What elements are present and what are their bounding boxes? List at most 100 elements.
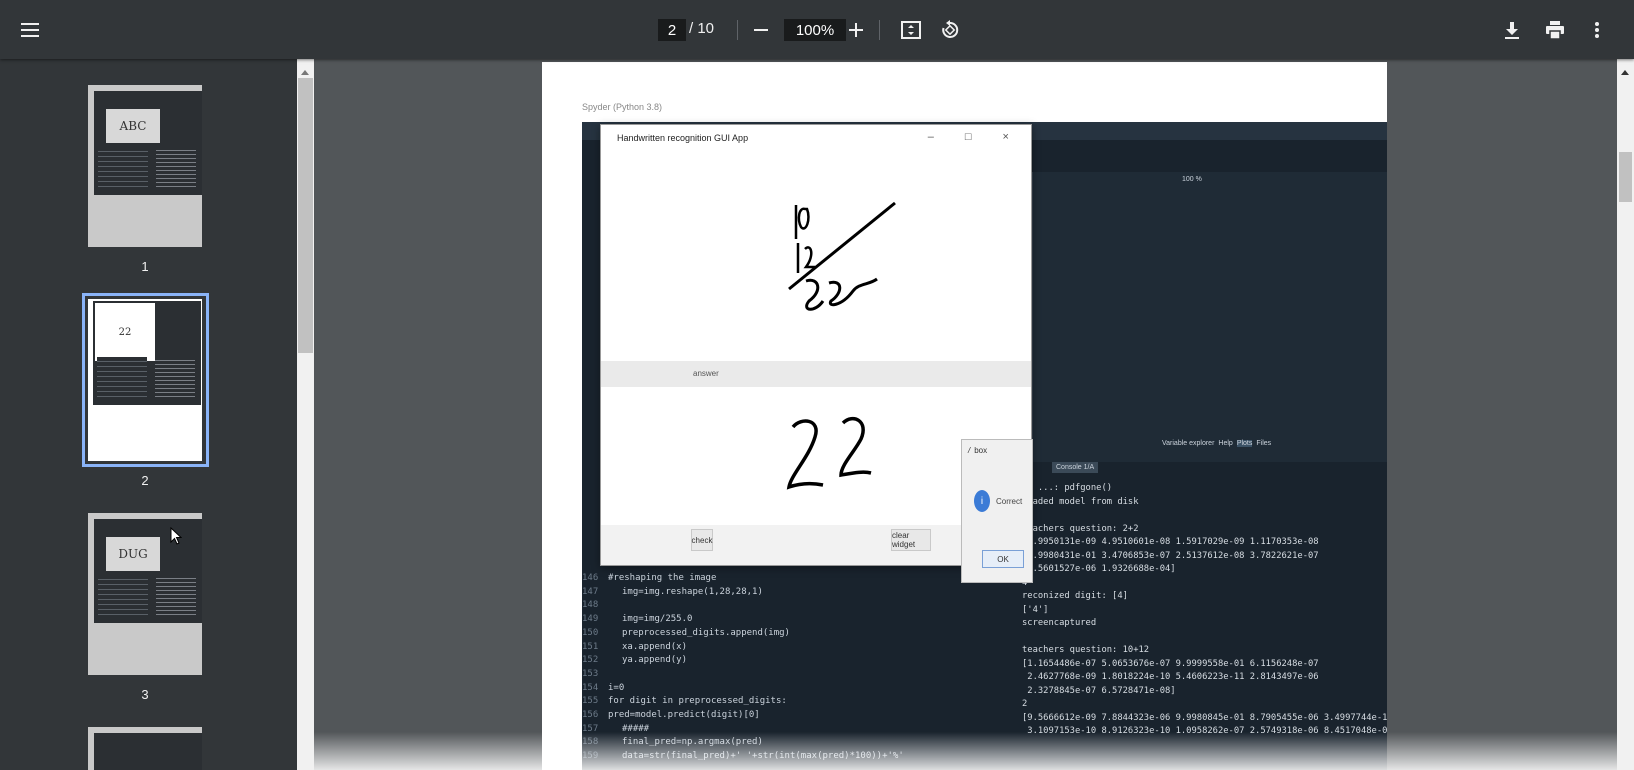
thumbnail-console <box>155 357 195 397</box>
pdf-toolbar: 2 / 10 100% <box>0 0 1634 59</box>
console-line: Loaded model from disk <box>1022 496 1139 507</box>
sidebar-scrollbar-thumb[interactable] <box>298 78 313 353</box>
thumbnail-handwriting: ABC <box>106 109 160 143</box>
zoom-in-icon[interactable] <box>840 14 872 46</box>
console-line: teachers question: 10+12 <box>1022 645 1150 655</box>
thumbnail-handwriting: 22 <box>95 303 155 361</box>
pane-tab: Plots <box>1236 440 1253 447</box>
info-icon: i <box>974 490 990 512</box>
thumbnail-page-3[interactable]: DUG <box>88 513 202 675</box>
main-scroll-up-icon[interactable] <box>1620 63 1630 81</box>
zoom-out-icon[interactable] <box>745 14 777 46</box>
thumbnail-code <box>97 357 147 397</box>
thumbnail-image: 22 <box>93 301 201 405</box>
divider <box>737 20 738 40</box>
code-line: 159 data=str(final_pred)+' '+str(int(max(… <box>582 750 904 764</box>
plots-zoom: 100 % <box>1182 176 1202 183</box>
code-text: ya.append(y) <box>622 655 688 666</box>
line-number: 147 <box>582 586 599 597</box>
thumbnail-code <box>98 147 148 187</box>
console-line: 9.9980431e-01 3.4706853e-07 2.5137612e-0… <box>1022 550 1319 561</box>
thumbnail-label: 1 <box>141 259 149 274</box>
code-line: 156 pred=model.predict(digit)[0] <box>582 709 904 723</box>
pdf-page-2: Spyder (Python 3.8) Variable explorer He… <box>542 62 1387 770</box>
thumbnail-page-4[interactable] <box>88 727 202 770</box>
console-line: 2.3278845e-07 6.5728471e-08] <box>1022 685 1176 696</box>
line-number: 148 <box>582 600 599 611</box>
code-text: xa.append(x) <box>622 641 688 652</box>
page-total: / 10 <box>689 20 715 37</box>
message-box: / box i Correct OK <box>961 439 1033 583</box>
zoom-level-input[interactable]: 100% <box>784 19 846 41</box>
message-box-ok-button[interactable]: OK <box>982 550 1024 568</box>
console-line: 2 <box>1022 699 1028 709</box>
line-number: 158 <box>582 737 599 748</box>
message-box-text: Correct <box>996 497 1023 506</box>
page-number-input[interactable]: 2 <box>658 19 686 41</box>
message-box-title-text: box <box>974 446 988 455</box>
console-line: 2.4627768e-09 1.8018224e-10 5.4606223e-1… <box>1022 672 1319 682</box>
code-line: 147 img=img.reshape(1,28,28,1) <box>582 586 904 600</box>
console-line: [9.5666612e-09 7.8844323e-06 9.9980845e-… <box>1022 712 1387 723</box>
answer-bar <box>601 361 1031 387</box>
code-line: 153 <box>582 668 904 682</box>
code-text: preprocessed_digits.append(img) <box>622 627 790 638</box>
line-number: 146 <box>582 573 599 583</box>
thumbnail-image: DUG <box>94 519 202 623</box>
console-line: [1.1654486e-07 5.0653676e-07 9.9999558e-… <box>1022 658 1319 669</box>
download-icon[interactable] <box>1496 14 1528 46</box>
console-line: 1.5601527e-06 1.9326688e-04] <box>1022 564 1176 574</box>
thumbnail-label: 3 <box>141 687 149 702</box>
code-text: for digit in preprocessed_digits: <box>608 696 787 707</box>
pane-tab: Help <box>1218 440 1233 447</box>
console-line: teachers question: 2+2 <box>1022 523 1139 534</box>
thumbnail-handwriting: DUG <box>106 537 160 571</box>
code-line: 146 #reshaping the image <box>582 572 904 586</box>
console-tab: Console 1/A <box>1052 462 1099 473</box>
console-line: [2.9950131e-09 4.9510601e-08 1.5917029e-… <box>1022 537 1319 547</box>
console-line: screencaptured <box>1022 618 1097 628</box>
code-line: 150 preprocessed_digits.append(img) <box>582 627 904 641</box>
ipython-console: ...: pdfgone() Loaded model from disk teac… <box>1022 482 1387 739</box>
check-button[interactable]: check <box>691 529 713 551</box>
spyder-plots-pane <box>1032 172 1387 462</box>
code-line: 149 img=img/255.0 <box>582 613 904 627</box>
mouse-cursor-icon <box>170 526 183 550</box>
line-number: 155 <box>582 696 599 707</box>
handwriting-input <box>788 201 896 311</box>
console-line: reconized digit: [4] <box>1022 591 1128 601</box>
code-text: pred=model.predict(digit)[0] <box>608 710 760 721</box>
code-line: 158 final_pred=np.argmax(pred) <box>582 736 904 750</box>
hamburger-menu-icon[interactable] <box>15 14 47 46</box>
console-line: ['4'] <box>1022 604 1049 615</box>
print-icon[interactable] <box>1539 14 1571 46</box>
line-number: 154 <box>582 682 599 693</box>
console-line: ...: pdfgone() <box>1022 483 1113 493</box>
spyder-window-title: Spyder (Python 3.8) <box>582 102 663 112</box>
rotate-icon[interactable] <box>934 14 966 46</box>
gui-window-controls: – □ × <box>927 131 1023 143</box>
pane-tabs: Variable explorer Help Plots Files <box>1162 440 1271 447</box>
thumbnail-page-2[interactable]: 22 <box>88 299 202 461</box>
code-text: data=str(final_pred)+' '+str(int(max(pre… <box>622 751 904 762</box>
main-scrollbar-thumb[interactable] <box>1619 152 1632 202</box>
pane-tab: Variable explorer <box>1162 440 1215 447</box>
code-line: 157 ##### <box>582 723 904 737</box>
line-number: 149 <box>582 614 599 625</box>
sidebar-scroll-up-icon[interactable] <box>300 63 310 81</box>
more-vert-icon[interactable] <box>1581 14 1613 46</box>
thumbnail-code <box>98 575 148 615</box>
thumbnail-console <box>156 147 196 187</box>
clear-widget-button[interactable]: clear widget <box>891 529 931 551</box>
line-number: 157 <box>582 723 599 734</box>
thumbnail-page-1[interactable]: ABC <box>88 85 202 247</box>
pane-tab: Files <box>1256 440 1272 447</box>
feather-icon: / <box>968 446 971 455</box>
code-line: 155 for digit in preprocessed_digits: <box>582 695 904 709</box>
fit-page-icon[interactable] <box>895 14 927 46</box>
thumbnail-label: 2 <box>141 473 149 488</box>
drawing-canvas[interactable] <box>601 151 1031 361</box>
console-line: 3.1097153e-10 8.9126323e-10 1.0958262e-0… <box>1022 726 1387 736</box>
